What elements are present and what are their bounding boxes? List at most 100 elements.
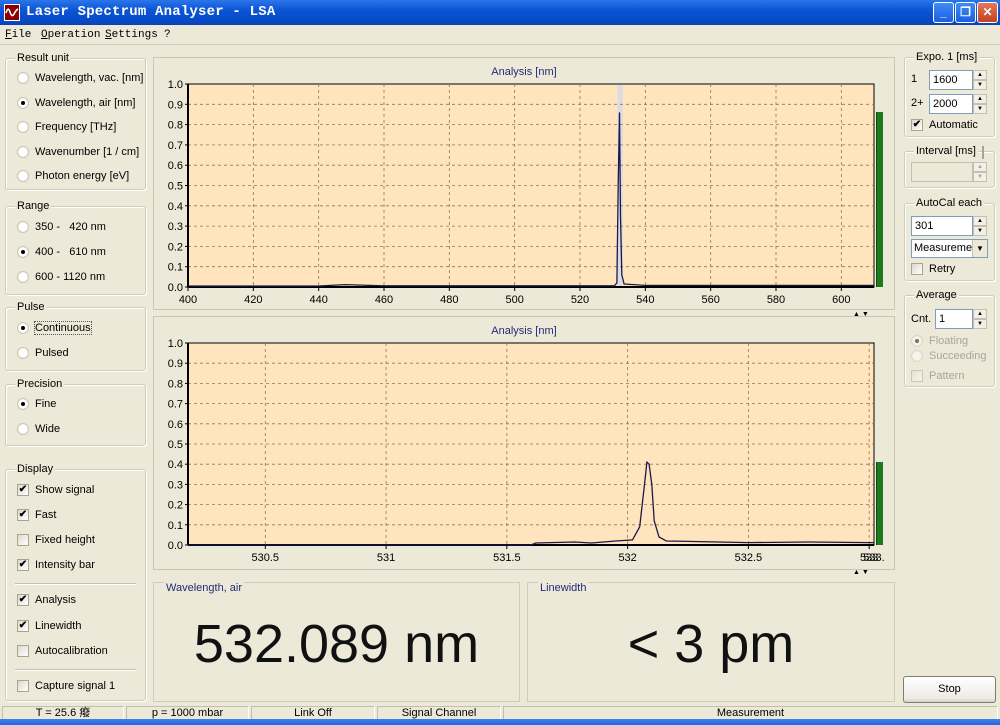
checkbox[interactable] xyxy=(911,263,923,275)
checkbox[interactable]: ✔ xyxy=(17,484,29,496)
radio-button[interactable] xyxy=(17,170,29,182)
overview-spectrum-chart[interactable]: 0.0 0.1 0.2 0.3 0.4 0.5 0.6 0.7 0.8 0.9 1.0 400 420 4… xyxy=(154,58,896,311)
menu-operation[interactable]: Operation xyxy=(41,29,100,41)
checkbox-label: Pattern xyxy=(929,370,965,382)
spin-up-icon[interactable]: ▲ xyxy=(973,309,987,319)
y-tick-label: 0.1 xyxy=(168,262,183,274)
checkbox[interactable]: ✔ xyxy=(911,119,923,131)
autocal-interval-input[interactable]: 301 xyxy=(911,216,973,236)
radio-wavelength-air[interactable]: Wavelength, air [nm] xyxy=(17,96,135,110)
x-tick-label: 460 xyxy=(375,294,393,306)
minimize-button[interactable]: _ xyxy=(933,2,954,23)
radio-photon-energy[interactable]: Photon energy [eV] xyxy=(17,169,129,183)
spin-down-icon[interactable]: ▼ xyxy=(973,104,987,114)
y-tick-label: 0.6 xyxy=(168,419,183,431)
radio-range-600-1120[interactable]: 600 - 1120 nm xyxy=(17,270,105,284)
radio-button[interactable] xyxy=(17,97,29,109)
radio-button[interactable] xyxy=(17,146,29,158)
radio-button[interactable] xyxy=(17,271,29,283)
average-count-input[interactable]: 1 xyxy=(935,309,973,329)
radio-label: Wavenumber [1 / cm] xyxy=(35,146,140,158)
spin-down-icon[interactable]: ▼ xyxy=(973,226,987,236)
radio-pulsed[interactable]: Pulsed xyxy=(17,346,69,360)
close-button[interactable]: ✕ xyxy=(977,2,998,23)
radio-button xyxy=(911,350,923,362)
radio-button[interactable] xyxy=(17,221,29,233)
spin-down-icon[interactable]: ▼ xyxy=(973,80,987,90)
separator xyxy=(15,669,136,671)
menu-help[interactable]: ? xyxy=(164,29,171,41)
radio-fine[interactable]: Fine xyxy=(17,397,56,411)
interval-enable-checkbox[interactable] xyxy=(982,146,984,159)
radio-label: Wavelength, vac. [nm] xyxy=(35,72,144,84)
checkbox-retry[interactable]: Retry xyxy=(911,262,955,276)
menu-settings[interactable]: Settings xyxy=(105,29,158,41)
autocal-mode-select[interactable]: Measuremer ▼ xyxy=(911,239,988,258)
checkbox-intensity-bar[interactable]: ✔ Intensity bar xyxy=(17,558,95,572)
exposure-2-spinner[interactable]: ▲ ▼ xyxy=(973,94,987,114)
checkbox-capture-signal-1[interactable]: Capture signal 1 xyxy=(17,679,115,693)
exposure-1-spinner[interactable]: ▲ ▼ xyxy=(973,70,987,90)
radio-wavenumber[interactable]: Wavenumber [1 / cm] xyxy=(17,145,139,159)
spin-up-icon[interactable]: ▲ xyxy=(973,70,987,80)
y-tick-label: 0.9 xyxy=(168,358,183,370)
x-tick-label: 531 xyxy=(377,552,395,564)
checkbox-label: Show signal xyxy=(35,484,95,496)
radio-frequency[interactable]: Frequency [THz] xyxy=(17,120,116,134)
radio-label: Continuous xyxy=(34,321,92,335)
radio-button[interactable] xyxy=(17,246,29,258)
stop-button[interactable]: Stop xyxy=(903,676,996,703)
radio-wavelength-vac[interactable]: Wavelength, vac. [nm] xyxy=(17,71,143,85)
radio-button[interactable] xyxy=(17,347,29,359)
radio-wide[interactable]: Wide xyxy=(17,422,60,436)
spin-up-icon[interactable]: ▲ xyxy=(973,216,987,226)
autocal-spinner[interactable]: ▲ ▼ xyxy=(973,216,987,236)
y-tick-label: 0.7 xyxy=(168,140,183,152)
checkbox-autocalibration[interactable]: Autocalibration xyxy=(17,644,108,658)
average-count-spinner[interactable]: ▲ ▼ xyxy=(973,309,987,329)
radio-button[interactable] xyxy=(17,121,29,133)
restore-button[interactable]: ❐ xyxy=(955,2,976,23)
chevron-down-icon[interactable]: ▼ xyxy=(972,240,987,257)
menu-file[interactable]: File xyxy=(5,29,31,41)
radio-range-350-420[interactable]: 350 - 420 nm xyxy=(17,220,106,234)
radio-button[interactable] xyxy=(17,72,29,84)
checkbox-fast[interactable]: ✔ Fast xyxy=(17,508,56,522)
checkbox[interactable] xyxy=(17,645,29,657)
checkbox[interactable]: ✔ xyxy=(17,594,29,606)
radio-continuous[interactable]: Continuous xyxy=(17,321,92,335)
intensity-bar xyxy=(876,462,883,545)
interval-group: Interval [ms] ▲ ▼ xyxy=(904,145,995,188)
analysis-spectrum-chart[interactable]: 0.0 0.1 0.2 0.3 0.4 0.5 0.6 0.7 0.8 0.9 1.0 530.5 53… xyxy=(154,317,896,571)
checkbox[interactable]: ✔ xyxy=(17,620,29,632)
pulse-group: Pulse Continuous Pulsed xyxy=(5,301,146,371)
checkbox-automatic[interactable]: ✔ Automatic xyxy=(911,118,978,132)
checkbox[interactable] xyxy=(17,534,29,546)
checkbox[interactable]: ✔ xyxy=(17,559,29,571)
checkbox-label: Fast xyxy=(35,509,57,521)
radio-button[interactable] xyxy=(17,423,29,435)
average-group: Average Cnt. 1 ▲ ▼ Floating Succeeding Pa… xyxy=(904,289,995,387)
x-tick-label: 580 xyxy=(767,294,785,306)
checkbox-linewidth[interactable]: ✔ Linewidth xyxy=(17,619,81,633)
checkbox-fixed-height[interactable]: Fixed height xyxy=(17,533,95,547)
splitter-arrows-icon[interactable]: ▲▼ xyxy=(853,569,871,576)
spin-down-icon[interactable]: ▼ xyxy=(973,319,987,329)
linewidth-result-box: Linewidth < 3 pm xyxy=(527,582,895,702)
checkbox-analysis[interactable]: ✔ Analysis xyxy=(17,593,76,607)
checkbox-label: Fixed height xyxy=(35,534,95,546)
exposure-label: Expo. 1 [ms] xyxy=(914,51,980,63)
window-title: Laser Spectrum Analyser - LSA xyxy=(26,4,276,20)
spin-up-icon[interactable]: ▲ xyxy=(973,94,987,104)
radio-button[interactable] xyxy=(17,398,29,410)
checkbox[interactable] xyxy=(17,680,29,692)
exposure-1-input[interactable]: 1600 xyxy=(929,70,973,90)
checkbox-show-signal[interactable]: ✔ Show signal xyxy=(17,483,94,497)
checkbox[interactable]: ✔ xyxy=(17,509,29,521)
y-tick-label: 0.4 xyxy=(168,201,183,213)
exposure-2-input[interactable]: 2000 xyxy=(929,94,973,114)
radio-button[interactable] xyxy=(17,322,29,334)
y-tick-label: 0.7 xyxy=(168,399,183,411)
radio-range-400-610[interactable]: 400 - 610 nm xyxy=(17,245,106,259)
checkbox-label: Capture signal 1 xyxy=(35,680,116,692)
